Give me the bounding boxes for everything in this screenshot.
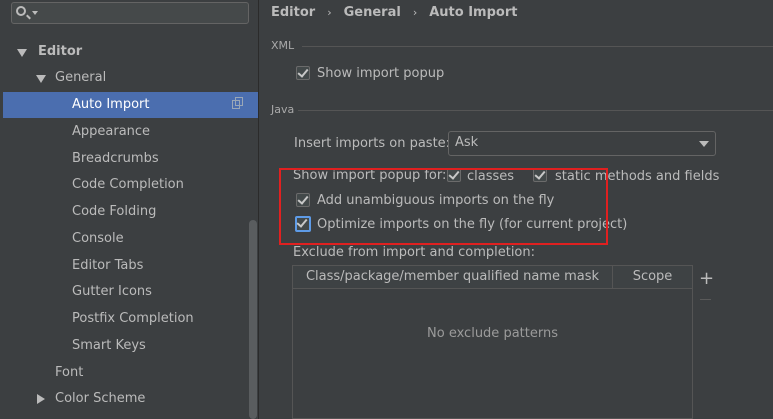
tree-item-label: Font	[55, 365, 84, 380]
project-settings-icon	[232, 97, 243, 109]
expand-arrow-icon[interactable]	[17, 49, 27, 57]
tree-item-label: Postfix Completion	[72, 311, 194, 326]
tree-item-code-completion[interactable]: Code Completion	[0, 172, 258, 198]
tree-item-breadcrumbs[interactable]: Breadcrumbs	[0, 146, 258, 172]
breadcrumb-item: Auto Import	[429, 5, 518, 20]
chevron-down-icon	[699, 141, 709, 147]
tree-item-label: Breadcrumbs	[72, 151, 159, 166]
insert-imports-select[interactable]: Ask	[448, 131, 716, 156]
tree-item-editor-tabs[interactable]: Editor Tabs	[0, 253, 258, 279]
settings-tree-panel: Editor General Auto Import Appearance Br…	[0, 0, 259, 419]
show-import-popup-xml-checkbox[interactable]	[296, 66, 310, 80]
tree-item-auto-import[interactable]: Auto Import	[3, 92, 258, 118]
checkbox-label: Show import popup	[317, 66, 445, 81]
insert-imports-label: Insert imports on paste:	[294, 136, 451, 151]
exclude-label: Exclude from import and completion:	[293, 245, 535, 260]
highlight-box	[279, 168, 608, 245]
tree-scrollbar[interactable]	[249, 220, 257, 419]
breadcrumb-item: General	[343, 5, 401, 20]
tree-item-label: Console	[72, 231, 124, 246]
section-divider	[302, 46, 773, 47]
tree-item-label: Appearance	[72, 124, 151, 139]
tree-item-label: Auto Import	[72, 97, 150, 112]
breadcrumb-item: Editor	[271, 5, 316, 20]
section-title-xml: XML	[271, 39, 295, 52]
exclude-table[interactable]: Class/package/member qualified name mask…	[292, 265, 693, 419]
chevron-down-icon[interactable]	[32, 11, 38, 15]
tree-item-label: Editor Tabs	[72, 258, 144, 273]
tree-item-label: Code Folding	[72, 204, 157, 219]
search-field[interactable]	[11, 2, 249, 24]
column-header-scope[interactable]: Scope	[613, 266, 692, 288]
expand-arrow-icon[interactable]	[36, 75, 46, 83]
section-title-java: Java	[271, 103, 295, 116]
tree-item-editor[interactable]: Editor	[0, 39, 258, 65]
add-icon[interactable]: +	[699, 270, 714, 288]
table-header: Class/package/member qualified name mask…	[293, 266, 692, 289]
expand-arrow-icon[interactable]	[37, 394, 45, 404]
tree-item-label: General	[55, 70, 107, 85]
remove-icon[interactable]	[700, 299, 711, 300]
tree-item-appearance[interactable]: Appearance	[0, 119, 258, 145]
breadcrumb: Editor › General › Auto Import	[271, 4, 517, 22]
chevron-right-icon: ›	[412, 6, 418, 19]
tree-item-general[interactable]: General	[0, 65, 258, 91]
tree-item-console[interactable]: Console	[0, 226, 258, 252]
select-value: Ask	[455, 135, 479, 150]
tree-item-font[interactable]: Font	[0, 360, 258, 386]
tree-item-label: Gutter Icons	[72, 284, 152, 299]
tree-item-gutter-icons[interactable]: Gutter Icons	[0, 279, 258, 305]
tree-item-color-scheme[interactable]: Color Scheme	[0, 386, 258, 412]
tree-item-code-folding[interactable]: Code Folding	[0, 199, 258, 225]
section-divider	[298, 110, 773, 111]
empty-table-text: No exclude patterns	[427, 326, 558, 341]
tree-item-smart-keys[interactable]: Smart Keys	[0, 333, 258, 359]
search-icon	[16, 6, 26, 16]
tree-item-label: Editor	[38, 44, 83, 59]
tree-item-label: Code Completion	[72, 177, 184, 192]
tree-item-label: Color Scheme	[55, 391, 146, 406]
tree-item-postfix-completion[interactable]: Postfix Completion	[0, 306, 258, 332]
tree-item-label: Smart Keys	[72, 338, 146, 353]
column-header-mask[interactable]: Class/package/member qualified name mask	[293, 266, 613, 288]
chevron-right-icon: ›	[327, 6, 332, 19]
